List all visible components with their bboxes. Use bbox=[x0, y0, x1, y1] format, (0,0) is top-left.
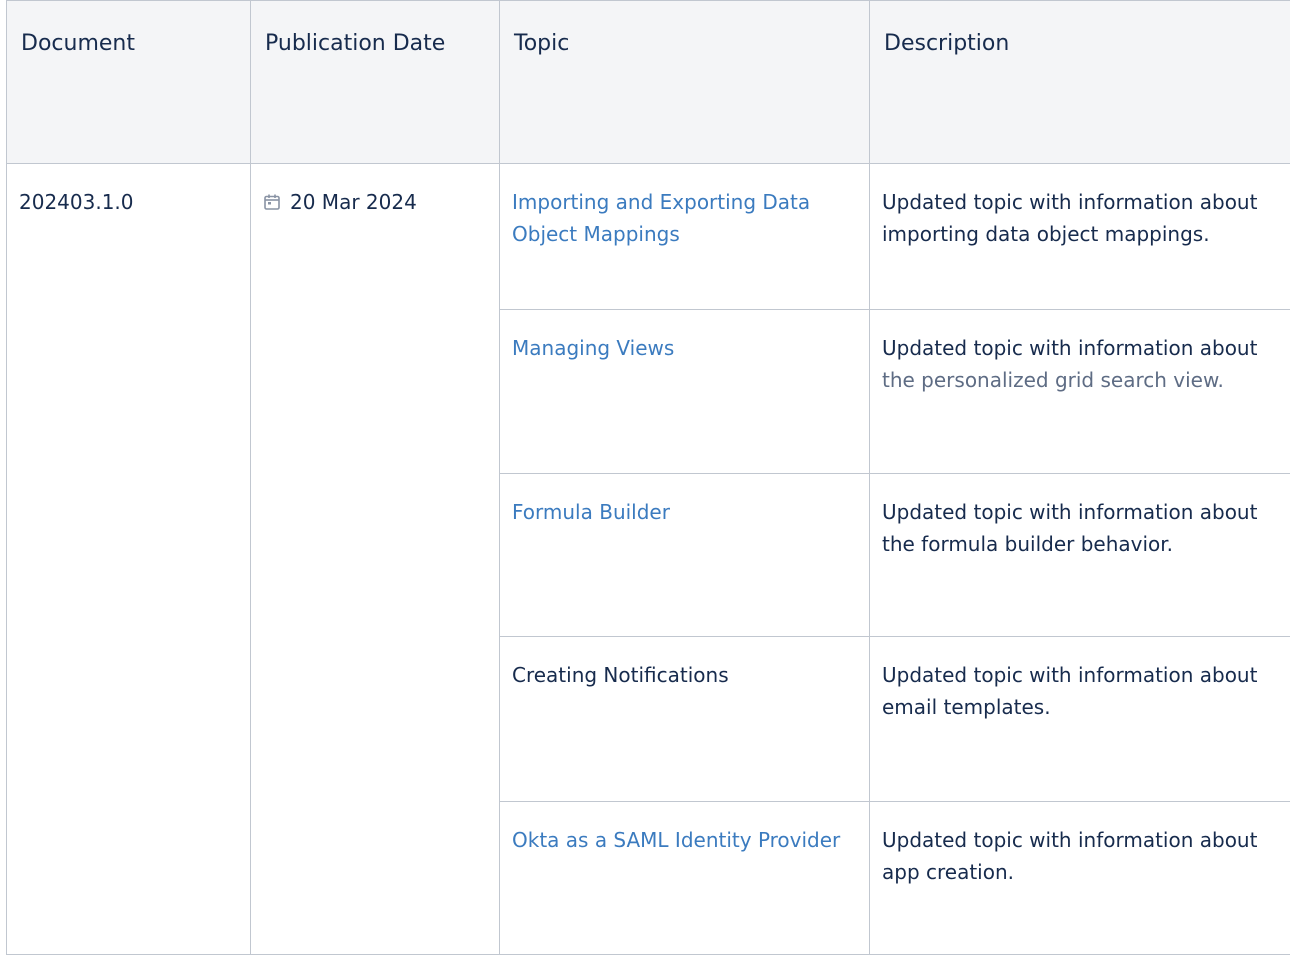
description-detail: the personalized grid search view. bbox=[882, 368, 1224, 392]
description-cell: Updated topic with information about the… bbox=[870, 474, 1290, 637]
publication-date-cell: 20 Mar 2024 bbox=[251, 164, 500, 955]
topic-cell: Importing and Exporting Data Object Mapp… bbox=[500, 164, 870, 310]
header-publication-date: Publication Date bbox=[251, 1, 500, 164]
release-notes-table: Document Publication Date Topic Descript… bbox=[6, 0, 1290, 955]
topic-cell: Formula Builder bbox=[500, 474, 870, 637]
document-version-cell: 202403.1.0 bbox=[7, 164, 251, 955]
topic-cell: Creating Notifications bbox=[500, 637, 870, 802]
header-topic: Topic bbox=[500, 1, 870, 164]
description-cell: Updated topic with information about app… bbox=[870, 802, 1290, 955]
description-cell: Updated topic with information about imp… bbox=[870, 164, 1290, 310]
topic-text: Creating Notifications bbox=[512, 663, 729, 687]
table-header-row: Document Publication Date Topic Descript… bbox=[7, 1, 1290, 164]
topic-link[interactable]: Importing and Exporting Data Object Mapp… bbox=[512, 190, 810, 246]
calendar-icon bbox=[263, 193, 281, 211]
topic-cell: Managing Views bbox=[500, 310, 870, 474]
description-cell: Updated topic with information about the… bbox=[870, 310, 1290, 474]
publication-date: 20 Mar 2024 bbox=[290, 186, 417, 218]
header-description: Description bbox=[870, 1, 1290, 164]
table-row: 202403.1.0 20 Mar 2024 bbox=[7, 164, 1290, 310]
header-document: Document bbox=[7, 1, 251, 164]
topic-link[interactable]: Managing Views bbox=[512, 336, 674, 360]
date-lozenge: 20 Mar 2024 bbox=[263, 186, 417, 218]
topic-link[interactable]: Okta as a SAML Identity Provider bbox=[512, 828, 840, 852]
description-text: Updated topic with information about bbox=[882, 336, 1257, 360]
topic-link[interactable]: Formula Builder bbox=[512, 500, 670, 524]
topic-cell: Okta as a SAML Identity Provider bbox=[500, 802, 870, 955]
description-cell: Updated topic with information about ema… bbox=[870, 637, 1290, 802]
document-version: 202403.1.0 bbox=[19, 190, 134, 214]
